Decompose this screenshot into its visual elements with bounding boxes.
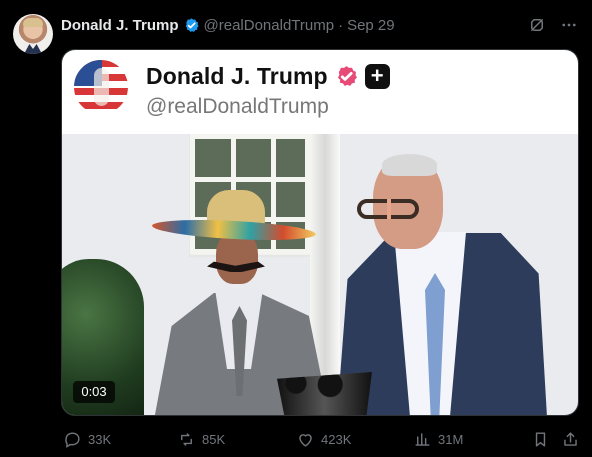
tweet-header: Donald J. Trump @realDonaldTrump · Sep 2… bbox=[61, 14, 578, 36]
verified-icon bbox=[185, 17, 199, 32]
quoted-post-header: Donald J. Trump + @realDonaldTrump bbox=[62, 50, 578, 134]
repost-count: 85K bbox=[202, 431, 226, 447]
plus-badge: + bbox=[364, 64, 390, 89]
tweet-actions: 33K 85K 423K 31M bbox=[61, 425, 579, 453]
author-handle[interactable]: @realDonaldTrump bbox=[204, 17, 335, 34]
video-media[interactable]: 0:03 bbox=[62, 134, 578, 415]
quoted-name-row: Donald J. Trump + bbox=[146, 63, 390, 90]
author-avatar[interactable] bbox=[13, 14, 53, 54]
grey-hair bbox=[382, 154, 437, 176]
like-icon bbox=[299, 433, 312, 447]
quoted-author-avatar[interactable] bbox=[74, 60, 128, 114]
glasses bbox=[357, 199, 419, 219]
verified-icon bbox=[337, 66, 357, 86]
quoted-author-name[interactable]: Donald J. Trump bbox=[146, 63, 328, 90]
reply-count: 33K bbox=[88, 431, 112, 447]
header-actions bbox=[528, 16, 578, 34]
view-count: 31M bbox=[438, 431, 464, 447]
bookmark-icon bbox=[535, 431, 546, 447]
like-count: 423K bbox=[321, 431, 352, 447]
microphones bbox=[277, 372, 372, 415]
grok-icon[interactable] bbox=[528, 16, 546, 34]
date-separator: · bbox=[338, 16, 344, 34]
bookmark-button[interactable] bbox=[531, 430, 550, 449]
tweet-date[interactable]: Sep 29 bbox=[347, 17, 395, 34]
views-button[interactable]: 31M bbox=[413, 430, 463, 449]
repost-icon bbox=[181, 432, 192, 446]
video-duration: 0:03 bbox=[73, 381, 115, 403]
reply-icon bbox=[65, 431, 80, 448]
like-button[interactable]: 423K bbox=[296, 430, 351, 449]
quoted-author-handle[interactable]: @realDonaldTrump bbox=[146, 95, 329, 119]
quoted-post-card[interactable]: Donald J. Trump + @realDonaldTrump 0:03 bbox=[61, 49, 579, 416]
reply-button[interactable]: 33K bbox=[63, 430, 111, 449]
views-icon bbox=[415, 432, 430, 446]
share-button[interactable] bbox=[561, 430, 580, 449]
share-icon bbox=[564, 431, 577, 446]
repost-button[interactable]: 85K bbox=[177, 430, 225, 449]
author-name[interactable]: Donald J. Trump bbox=[61, 17, 179, 34]
more-icon[interactable] bbox=[560, 16, 578, 34]
